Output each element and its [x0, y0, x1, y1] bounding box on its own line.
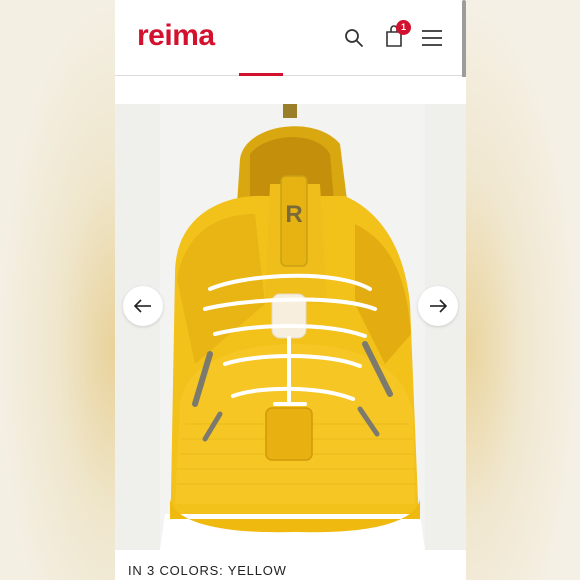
background-blur-right: [466, 0, 580, 580]
active-tab-indicator: [239, 73, 283, 76]
background-blur-left: [0, 0, 115, 580]
next-image-button[interactable]: [418, 286, 458, 326]
site-header: reima 1: [115, 0, 466, 115]
reima-logo[interactable]: reima: [137, 19, 215, 53]
search-icon[interactable]: [342, 26, 366, 50]
product-image-yellow-sneaker: R: [115, 104, 466, 550]
arrow-left-icon: [133, 299, 151, 313]
header-spacer: [115, 77, 466, 104]
product-info: IN 3 COLORS: YELLOW: [115, 550, 466, 580]
svg-text:R: R: [285, 201, 302, 228]
hamburger-menu-icon[interactable]: [420, 26, 444, 50]
mobile-page: reima 1 R IN 3 COLORS: YELLOW: [115, 0, 466, 580]
cart-count-badge: 1: [396, 20, 411, 35]
product-image-gallery[interactable]: R: [115, 104, 466, 550]
previous-image-button[interactable]: [123, 286, 163, 326]
arrow-right-icon: [430, 299, 448, 313]
color-count-label: IN 3 COLORS: YELLOW: [128, 563, 287, 578]
